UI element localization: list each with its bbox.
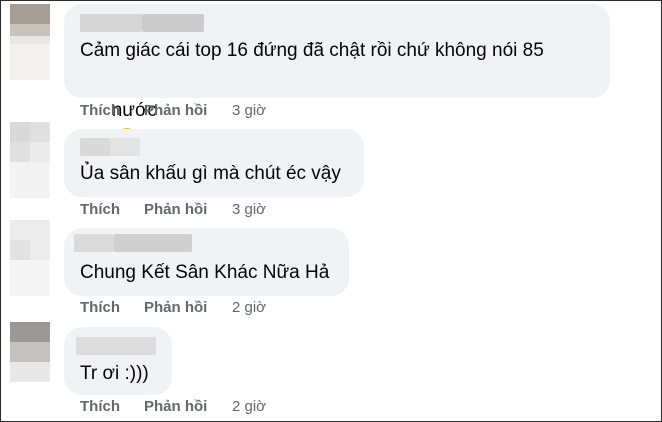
like-button[interactable]: Thích: [80, 299, 120, 316]
comment-text: Cảm giác cái top 16 đứng đã chật rồi chứ…: [80, 40, 544, 61]
avatar[interactable]: [10, 220, 50, 260]
comment-text: Tr ơi :))): [80, 363, 149, 384]
comment-bubble: Chung Kết Sân Khác Nữa Hả: [64, 228, 349, 296]
commenter-name-redacted[interactable]: [80, 14, 142, 32]
commenter-name-redacted[interactable]: [76, 337, 156, 355]
like-button[interactable]: Thích: [80, 398, 120, 415]
reply-button[interactable]: Phản hồi: [144, 201, 207, 218]
comment-bubble: Cảm giác cái top 16 đứng đã chật rồi chứ…: [64, 4, 610, 150]
commenter-name-redacted: [110, 138, 140, 156]
comment-bubble: Ủa sân khấu gì mà chút éc vậy: [64, 129, 364, 197]
commenter-name-redacted: [142, 14, 204, 32]
reply-button[interactable]: Phản hồi: [144, 398, 207, 415]
comment-actions: Thích Phản hồi 2 giờ: [80, 398, 380, 418]
commenter-name-redacted[interactable]: [80, 138, 110, 156]
timestamp[interactable]: 3 giờ: [232, 201, 266, 218]
reply-button[interactable]: Phản hồi: [144, 102, 207, 119]
comment-text: Chung Kết Sân Khác Nữa Hả: [80, 262, 330, 283]
comment-actions: Thích Phản hồi 3 giờ: [80, 102, 380, 122]
like-button[interactable]: Thích: [80, 201, 120, 218]
avatar[interactable]: [10, 322, 50, 362]
timestamp[interactable]: 2 giờ: [232, 398, 266, 415]
comment-bubble: Tr ơi :))): [64, 327, 172, 395]
avatar-blur-extension: [10, 260, 50, 296]
comment-text: Ủa sân khấu gì mà chút éc vậy: [80, 163, 341, 184]
avatar-blur-extension: [10, 162, 50, 198]
commenter-name-redacted[interactable]: [74, 234, 114, 252]
avatar-blur-extension: [10, 362, 50, 382]
avatar[interactable]: [10, 122, 50, 162]
like-button[interactable]: Thích: [80, 102, 120, 119]
comment-actions: Thích Phản hồi 3 giờ: [80, 201, 380, 221]
reply-button[interactable]: Phản hồi: [144, 299, 207, 316]
timestamp[interactable]: 3 giờ: [232, 102, 266, 119]
timestamp[interactable]: 2 giờ: [232, 299, 266, 316]
comment-actions: Thích Phản hồi 2 giờ: [80, 299, 380, 319]
commenter-name-redacted: [114, 234, 192, 252]
avatar-blur-extension: [10, 44, 50, 80]
avatar[interactable]: [10, 4, 50, 44]
